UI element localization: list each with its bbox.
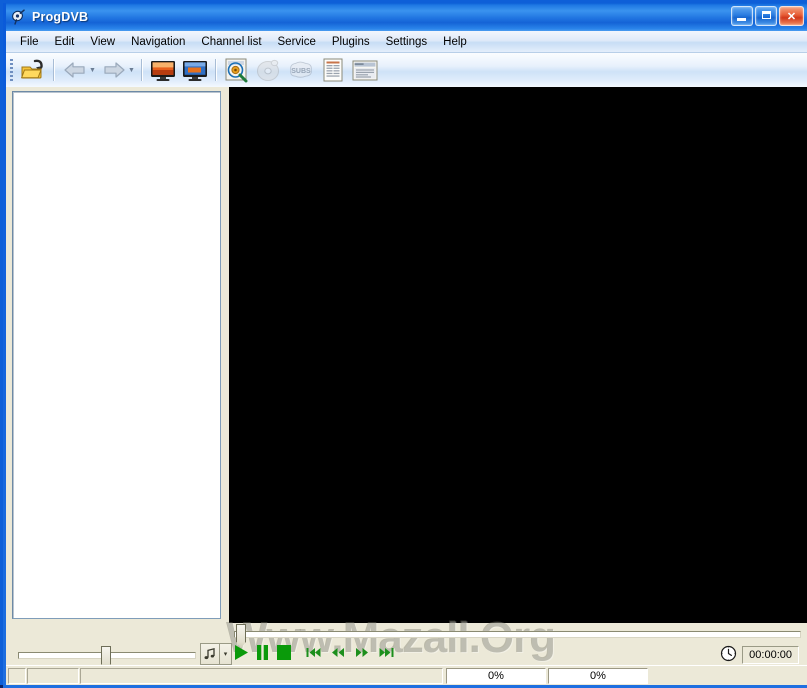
- open-folder-button[interactable]: [18, 55, 48, 85]
- fast-forward-icon: [356, 648, 368, 657]
- toolbar: ▼ ▼ SUBS: [6, 53, 807, 88]
- client-area: File Edit View Navigation Channel list S…: [6, 31, 807, 685]
- close-icon: ✕: [786, 10, 797, 23]
- skip-next-button[interactable]: [379, 647, 394, 658]
- time-display: 00:00:00: [720, 645, 799, 665]
- stop-icon: [277, 645, 291, 660]
- main-area: [6, 87, 807, 623]
- channel-list[interactable]: [12, 91, 221, 619]
- navigation-buttons: [306, 647, 394, 658]
- scan-search-icon: [225, 58, 248, 83]
- subtitles-button[interactable]: SUBS: [286, 55, 316, 85]
- menu-item-view[interactable]: View: [82, 34, 123, 50]
- transport-row: ▾ 00:00:00: [6, 643, 807, 667]
- teletext-button[interactable]: [350, 55, 380, 85]
- window-title: ProgDVB: [32, 10, 89, 24]
- pause-icon: [257, 645, 268, 660]
- toolbar-separator-1: [53, 59, 55, 81]
- menu-item-navigation[interactable]: Navigation: [123, 34, 193, 50]
- playback-buttons: [234, 644, 292, 661]
- menu-item-channel-list[interactable]: Channel list: [193, 34, 269, 50]
- fast-forward-button[interactable]: [355, 647, 369, 658]
- audio-track-icon: [204, 647, 215, 660]
- audio-track-dropdown[interactable]: ▾: [220, 643, 232, 665]
- tv-button[interactable]: [148, 55, 178, 85]
- forward-dropdown-icon[interactable]: ▼: [128, 67, 135, 74]
- menu-item-help[interactable]: Help: [435, 34, 475, 50]
- clock-icon: [720, 645, 737, 665]
- toolbar-grip[interactable]: [10, 59, 13, 81]
- menu-bar: File Edit View Navigation Channel list S…: [6, 31, 807, 53]
- volume-slider[interactable]: [18, 646, 196, 665]
- disc-icon: [256, 59, 279, 81]
- player-controls: Www.Mazall.Org: [6, 613, 807, 685]
- rewind-button[interactable]: [331, 647, 345, 658]
- epg-button[interactable]: [318, 55, 348, 85]
- skip-next-icon: [379, 648, 394, 657]
- pause-button[interactable]: [256, 644, 269, 661]
- seek-bar[interactable]: [234, 624, 801, 643]
- forward-button[interactable]: [99, 55, 129, 85]
- tv-monitor-blue-icon: [182, 61, 207, 81]
- menu-item-service[interactable]: Service: [270, 34, 324, 50]
- subs-icon: SUBS: [290, 61, 312, 78]
- toolbar-separator-2: [140, 59, 143, 81]
- skip-previous-button[interactable]: [306, 647, 321, 658]
- teletext-icon: [352, 60, 378, 81]
- channel-scan-button[interactable]: [222, 55, 252, 85]
- application-window: ProgDVB ✕ File Edit View Navigation Chan…: [0, 0, 807, 688]
- minimize-button[interactable]: [731, 6, 753, 26]
- rewind-icon: [332, 648, 344, 657]
- radio-button[interactable]: [180, 55, 210, 85]
- menu-item-plugins[interactable]: Plugins: [324, 34, 378, 50]
- close-button[interactable]: ✕: [779, 6, 804, 26]
- menu-item-settings[interactable]: Settings: [378, 34, 436, 50]
- record-disc-button[interactable]: [254, 55, 284, 85]
- seek-thumb[interactable]: [236, 624, 246, 643]
- elapsed-time: 00:00:00: [742, 646, 799, 664]
- status-cell-2: [27, 667, 79, 684]
- menu-item-file[interactable]: File: [12, 34, 47, 50]
- stop-button[interactable]: [276, 644, 292, 661]
- volume-thumb[interactable]: [101, 646, 111, 665]
- status-cell-1: [8, 667, 26, 684]
- toolbar-separator-3: [214, 59, 217, 81]
- maximize-button[interactable]: [755, 6, 777, 26]
- maximize-icon: [762, 11, 771, 19]
- svg-text:SUBS: SUBS: [291, 68, 311, 75]
- back-dropdown-icon[interactable]: ▼: [89, 67, 96, 74]
- seek-track: [234, 631, 801, 638]
- back-arrow-icon: [64, 62, 85, 78]
- play-button[interactable]: [234, 644, 249, 661]
- progress-indicator-1: 0%: [446, 667, 546, 684]
- menu-item-edit[interactable]: Edit: [47, 34, 83, 50]
- video-display[interactable]: [229, 87, 807, 623]
- window-controls: ✕: [731, 6, 804, 26]
- epg-document-icon: [323, 58, 343, 82]
- open-folder-icon: [20, 59, 43, 79]
- back-button[interactable]: [60, 55, 90, 85]
- minimize-icon: [737, 18, 746, 21]
- channel-list-panel: [6, 87, 224, 623]
- audio-track-button[interactable]: [200, 643, 220, 665]
- title-bar[interactable]: ProgDVB ✕: [6, 3, 807, 31]
- tv-monitor-icon: [150, 61, 175, 81]
- window-frame: ProgDVB ✕ File Edit View Navigation Chan…: [3, 3, 807, 688]
- status-bar: 0% 0%: [6, 665, 807, 685]
- skip-previous-icon: [306, 648, 321, 657]
- progress-indicator-2: 0%: [548, 667, 648, 684]
- forward-arrow-icon: [104, 62, 125, 78]
- play-icon: [235, 645, 248, 660]
- satellite-dish-icon: [11, 9, 27, 25]
- status-cell-3: [80, 667, 443, 684]
